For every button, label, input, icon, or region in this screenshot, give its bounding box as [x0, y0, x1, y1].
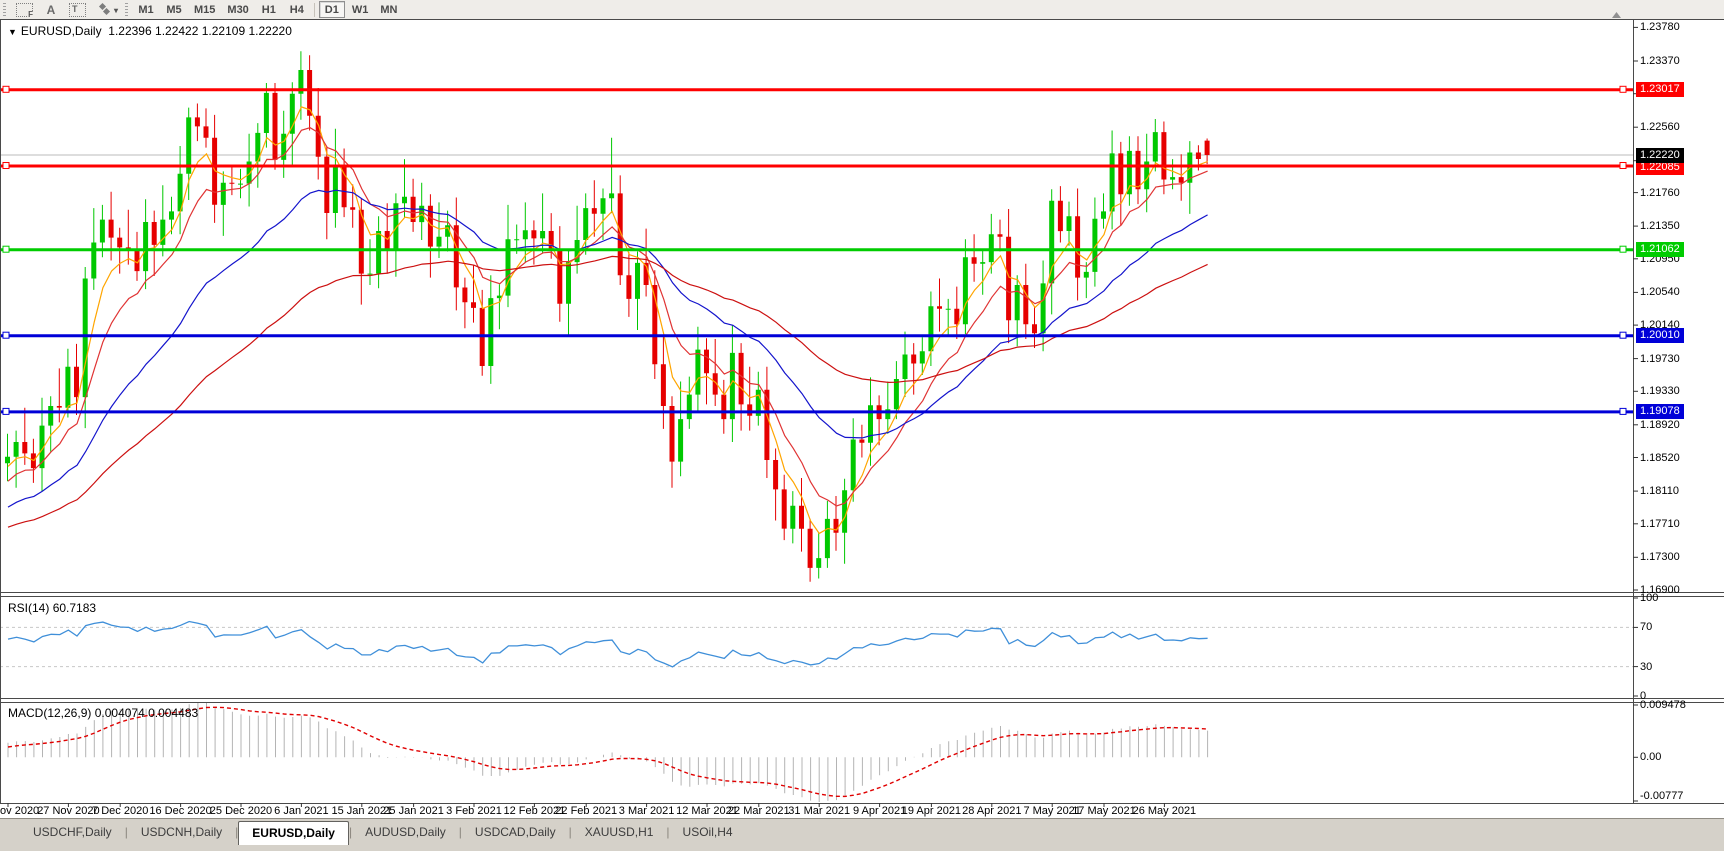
- price-axis-tick-label: 1.19730: [1640, 352, 1680, 365]
- current-price-label: 1.22220: [1636, 147, 1684, 163]
- level-handle-right[interactable]: [1619, 407, 1627, 415]
- level-handle-right[interactable]: [1619, 162, 1627, 169]
- rsi-indicator-label: RSI(14) 60.7183: [8, 601, 97, 615]
- level-handle-left[interactable]: [2, 407, 10, 415]
- date-axis-label: 26 May 2021: [1132, 805, 1197, 817]
- level-price-label[interactable]: 1.23017: [1636, 82, 1684, 98]
- chart-tab-eurusd[interactable]: EURUSD,Daily: [238, 821, 349, 845]
- rsi-axis-tick-label: 100: [1640, 592, 1659, 604]
- price-axis-tick-label: 1.23370: [1640, 55, 1680, 67]
- price-axis-tick-label: 1.23780: [1640, 21, 1680, 34]
- chart-tab-usdcnh[interactable]: USDCNH,Daily: [128, 821, 235, 843]
- level-price-label[interactable]: 1.21062: [1636, 242, 1684, 258]
- chart-symbol-period: EURUSD,Daily: [20, 24, 102, 38]
- macd-indicator-label: MACD(12,26,9) 0.004074 0.004483: [8, 706, 199, 720]
- chart-tab-xauusd[interactable]: XAUUSD,H1: [572, 821, 667, 843]
- chart-tab-usdcad[interactable]: USDCAD,Daily: [462, 821, 569, 843]
- chart-title: ▼ EURUSD,Daily 1.22396 1.22422 1.22109 1.…: [8, 24, 292, 38]
- candles-layer: [5, 51, 1210, 582]
- price-axis-tick-label: 1.17300: [1640, 551, 1680, 564]
- level-handle-left[interactable]: [2, 331, 10, 339]
- price-axis-tick-label: 1.21760: [1640, 186, 1680, 199]
- level-handle-right[interactable]: [1619, 85, 1627, 93]
- price-axis-tick-label: 1.19330: [1640, 385, 1680, 398]
- ohlc-high: 1.22422: [155, 24, 199, 38]
- macd-axis-tick-label: 0.009478: [1640, 699, 1686, 711]
- price-axis-tick-label: 1.17710: [1640, 517, 1680, 530]
- price-axis-tick-label: 1.21350: [1640, 220, 1680, 233]
- chart-tab-usoil[interactable]: USOil,H4: [670, 821, 746, 843]
- chart-tab-audusd[interactable]: AUDUSD,Daily: [352, 821, 459, 843]
- chart-tab-usdchf[interactable]: USDCHF,Daily: [20, 821, 125, 843]
- mt4-window: F A T ▾ M1 M5 M15 M30 H1 H4 D1 W1 MN ▼ EURUSD,Daily 1…: [0, 0, 1724, 851]
- price-axis-tick-label: 1.18920: [1640, 418, 1680, 431]
- ma-line-26: [7, 189, 1208, 508]
- chart-tab-bar: USDCHF,Daily | USDCNH,Daily | EURUSD,Daily | A…: [0, 818, 1724, 851]
- rsi-line: [7, 620, 1208, 668]
- level-handle-left[interactable]: [2, 162, 10, 169]
- price-axis-tick-label: 1.22560: [1640, 121, 1680, 134]
- level-line-1.20010[interactable]: [0, 331, 1633, 339]
- macd-axis-tick-label: -0.00777: [1640, 790, 1684, 802]
- level-line-1.21062[interactable]: [0, 245, 1633, 253]
- chart-shift-marker-icon[interactable]: [1612, 12, 1621, 18]
- level-handle-right[interactable]: [1619, 245, 1627, 253]
- level-line-1.23017[interactable]: [0, 85, 1633, 93]
- chart-canvas: [0, 12, 1724, 807]
- ohlc-open: 1.22396: [108, 24, 152, 38]
- level-handle-right[interactable]: [1619, 331, 1627, 339]
- level-handle-left[interactable]: [2, 85, 10, 93]
- price-axis-tick-label: 1.18110: [1640, 485, 1679, 498]
- price-axis-tick-label: 1.18520: [1640, 451, 1680, 464]
- ohlc-low: 1.22109: [201, 24, 246, 38]
- level-line-1.22085[interactable]: [0, 162, 1633, 169]
- level-price-label[interactable]: 1.19078: [1636, 404, 1684, 420]
- level-price-label[interactable]: 1.20010: [1636, 328, 1684, 344]
- macd-signal-line: [7, 706, 1208, 798]
- rsi-axis-tick-label: 30: [1640, 660, 1653, 673]
- level-handle-left[interactable]: [2, 245, 10, 253]
- macd-axis-tick-label: 0.00: [1640, 751, 1662, 764]
- chart-menu-caret-icon[interactable]: ▼: [8, 27, 17, 37]
- rsi-axis-tick-label: 70: [1640, 621, 1653, 634]
- price-axis-tick-label: 1.20540: [1640, 286, 1680, 299]
- ohlc-close: 1.22220: [248, 24, 292, 38]
